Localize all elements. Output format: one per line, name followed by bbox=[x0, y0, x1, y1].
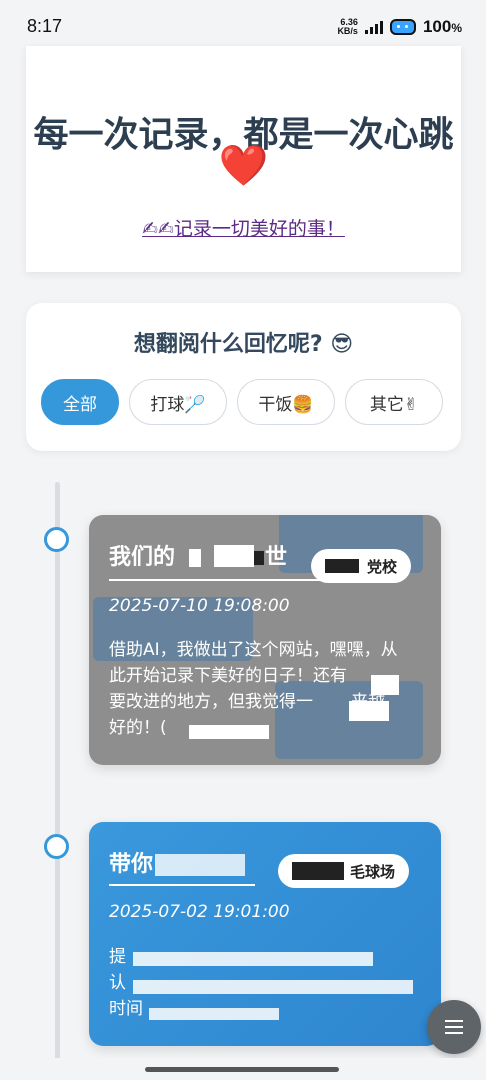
location-tag: 毛球场 bbox=[277, 854, 409, 888]
card-title-end: 世 bbox=[265, 545, 288, 570]
chip-badminton[interactable]: 打球🏸 bbox=[129, 379, 227, 425]
menu-button[interactable] bbox=[427, 1000, 481, 1054]
chip-other[interactable]: 其它✌ bbox=[345, 379, 443, 425]
hero-link-text: 记录一切美好的事！ bbox=[173, 218, 345, 240]
net-speed: 6.36 KB/s bbox=[337, 18, 358, 36]
chip-food[interactable]: 干饭🍔 bbox=[237, 379, 335, 425]
location-tag-text: 毛球场 bbox=[349, 862, 395, 881]
redaction bbox=[155, 854, 245, 876]
redaction bbox=[133, 980, 413, 994]
writing-hand-icon: ✍✍ bbox=[142, 218, 174, 240]
gesture-bar bbox=[0, 1058, 486, 1080]
card-text-line: 此开始记录下美好的日子！还有 bbox=[109, 666, 347, 686]
card-title: 带你 bbox=[109, 846, 153, 878]
location-tag: 党校 bbox=[310, 549, 411, 583]
location-tag-text: 党校 bbox=[366, 557, 397, 576]
signal-icon bbox=[364, 20, 383, 34]
battery-icon bbox=[389, 19, 416, 35]
timeline-dot bbox=[44, 527, 69, 552]
hero-card: 每一次记录，都是一次心跳 ❤️ ✍✍记录一切美好的事！ bbox=[26, 46, 461, 272]
timeline-dot bbox=[44, 834, 69, 859]
heart-icon: ❤️ bbox=[218, 143, 269, 189]
card-title-start: 带你 bbox=[109, 852, 154, 877]
timeline-line bbox=[55, 482, 60, 1080]
redaction bbox=[214, 545, 254, 567]
battery-suffix: % bbox=[451, 21, 462, 35]
status-icons: 6.36 KB/s 100% bbox=[337, 17, 462, 37]
filter-question: 想翻阅什么回忆呢? 😎 bbox=[133, 332, 354, 357]
redaction bbox=[133, 952, 373, 966]
card-title-start: 我们的 bbox=[109, 545, 176, 570]
memory-card[interactable]: 我们的 世 党校 2025-07-10 19:08:00 借助AI，我做出了这个网… bbox=[89, 515, 441, 765]
redaction bbox=[189, 725, 269, 739]
redaction bbox=[291, 862, 344, 880]
status-time: 8:17 bbox=[27, 16, 63, 36]
menu-icon bbox=[445, 1026, 463, 1028]
chip-all[interactable]: 全部 bbox=[41, 379, 119, 425]
card-date: 2025-07-02 19:01:00 bbox=[109, 902, 290, 922]
net-speed-unit: KB/s bbox=[337, 26, 358, 36]
title-underline bbox=[109, 884, 255, 886]
card-text-line: 借助AI，我做出了这个网站，嘿嘿，从 bbox=[109, 640, 398, 660]
redaction bbox=[254, 551, 264, 565]
card-date: 2025-07-10 19:08:00 bbox=[109, 596, 290, 616]
filter-card: 想翻阅什么回忆呢? 😎 全部 打球🏸 干饭🍔 其它✌ bbox=[26, 303, 461, 451]
memory-card[interactable]: 带你 毛球场 2025-07-02 19:01:00 提 认 时间 bbox=[89, 822, 441, 1046]
home-handle[interactable] bbox=[145, 1067, 339, 1072]
redaction bbox=[149, 1008, 279, 1020]
battery-percent: 100% bbox=[423, 17, 462, 37]
hero-link[interactable]: ✍✍记录一切美好的事！ bbox=[26, 214, 461, 241]
battery-value: 100 bbox=[422, 17, 452, 36]
redaction bbox=[349, 701, 389, 721]
redaction bbox=[189, 549, 201, 567]
redaction bbox=[324, 559, 359, 573]
card-text-fragment: 要改进的地方，但我觉得一 bbox=[109, 692, 313, 712]
redaction bbox=[371, 675, 399, 695]
